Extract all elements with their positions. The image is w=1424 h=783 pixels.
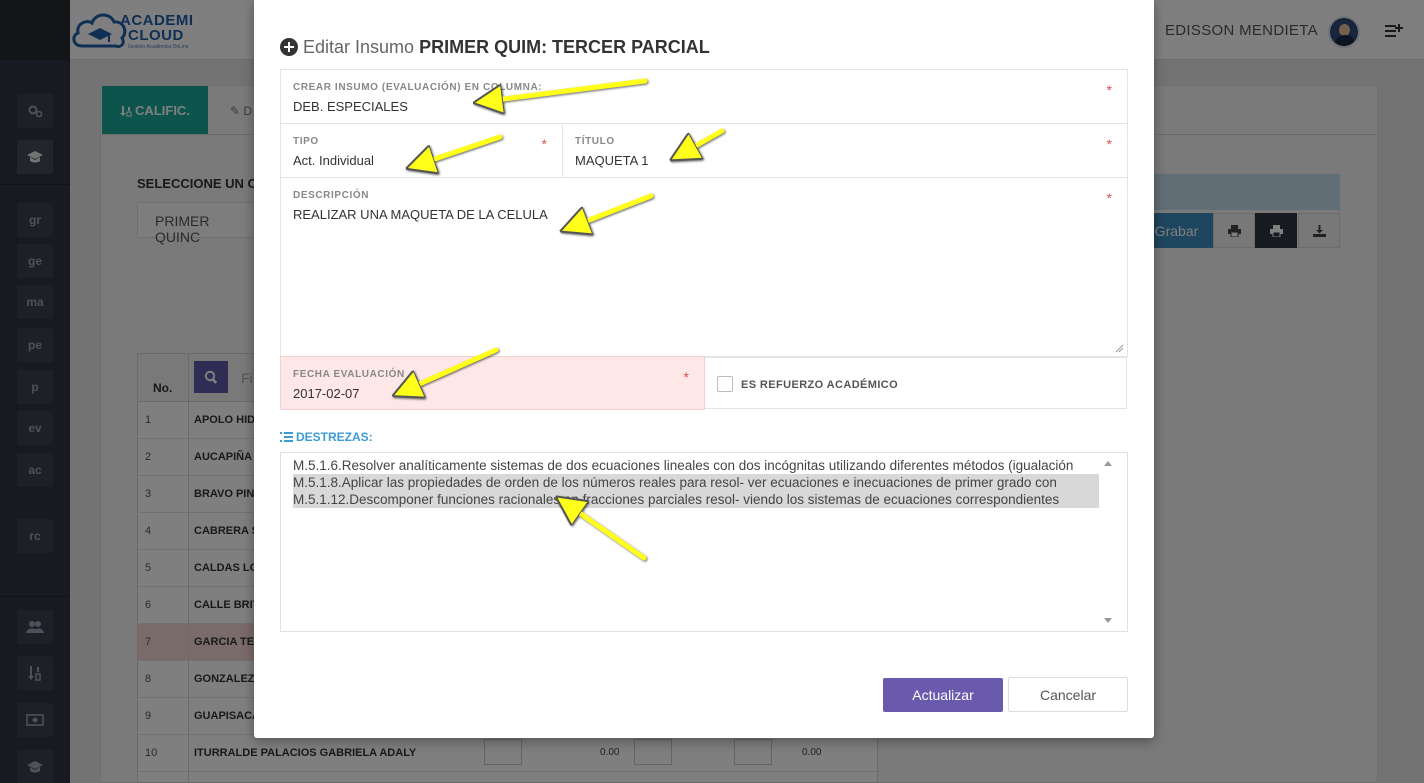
- modal-title: Editar Insumo PRIMER QUIM: TERCER PARCIA…: [280, 36, 710, 58]
- modal-title-prefix: Editar Insumo: [303, 36, 415, 57]
- fecha-evaluacion-field[interactable]: FECHA EVALUACIÓN 2017-02-07 *: [280, 356, 705, 410]
- refuerzo-label[interactable]: ES REFUERZO ACADÉMICO: [741, 379, 898, 391]
- tipo-value: Act. Individual: [293, 153, 374, 168]
- fecha-value: 2017-02-07: [293, 386, 360, 401]
- crear-insumo-value: DEB. ESPECIALES: [293, 99, 408, 114]
- refuerzo-row: ES REFUERZO ACADÉMICO: [705, 357, 1127, 409]
- modal-title-subject: PRIMER QUIM: TERCER PARCIAL: [419, 36, 710, 57]
- destreza-option[interactable]: M.5.1.6.Resolver analíticamente sistemas…: [293, 457, 1099, 474]
- required-mark: *: [541, 136, 547, 152]
- list-icon: [280, 431, 293, 442]
- edit-insumo-modal: Editar Insumo PRIMER QUIM: TERCER PARCIA…: [254, 0, 1154, 738]
- scroll-up-icon[interactable]: [1104, 461, 1112, 466]
- tipo-label: TIPO: [293, 136, 319, 147]
- scroll-down-icon[interactable]: [1104, 618, 1112, 623]
- descripcion-label: DESCRIPCIÓN: [293, 190, 370, 201]
- listbox-scrollbar[interactable]: [1101, 459, 1115, 625]
- titulo-label: TÍTULO: [575, 136, 615, 147]
- titulo-field[interactable]: TÍTULO MAQUETA 1 *: [562, 123, 1128, 178]
- refuerzo-checkbox[interactable]: [717, 376, 733, 392]
- descripcion-textarea[interactable]: DESCRIPCIÓN REALIZAR UNA MAQUETA DE LA C…: [280, 177, 1128, 357]
- required-mark: *: [1106, 136, 1112, 152]
- destreza-option-selected[interactable]: M.5.1.8.Aplicar las propiedades de orden…: [293, 474, 1099, 491]
- titulo-value: MAQUETA 1: [575, 153, 649, 168]
- plus-circle-icon: [280, 38, 298, 56]
- required-mark: *: [1106, 190, 1112, 206]
- destreza-option-selected[interactable]: M.5.1.12.Descomponer funciones racionale…: [293, 491, 1099, 508]
- descripcion-value: REALIZAR UNA MAQUETA DE LA CELULA: [293, 207, 548, 222]
- destrezas-listbox[interactable]: M.5.1.6.Resolver analíticamente sistemas…: [280, 452, 1128, 632]
- resize-grip-icon[interactable]: [1115, 344, 1124, 353]
- actualizar-button[interactable]: Actualizar: [883, 678, 1003, 712]
- crear-insumo-field[interactable]: CREAR INSUMO (EVALUACIÓN) EN COLUMNA: DE…: [280, 69, 1128, 124]
- required-mark: *: [1106, 82, 1112, 98]
- tipo-field[interactable]: TIPO Act. Individual *: [280, 123, 563, 178]
- destrezas-label-text: DESTREZAS:: [296, 430, 373, 444]
- required-mark: *: [683, 369, 689, 385]
- fecha-label: FECHA EVALUACIÓN: [293, 369, 405, 380]
- cancelar-button[interactable]: Cancelar: [1008, 677, 1128, 712]
- destrezas-label: DESTREZAS:: [280, 430, 373, 444]
- crear-insumo-label: CREAR INSUMO (EVALUACIÓN) EN COLUMNA:: [293, 82, 543, 93]
